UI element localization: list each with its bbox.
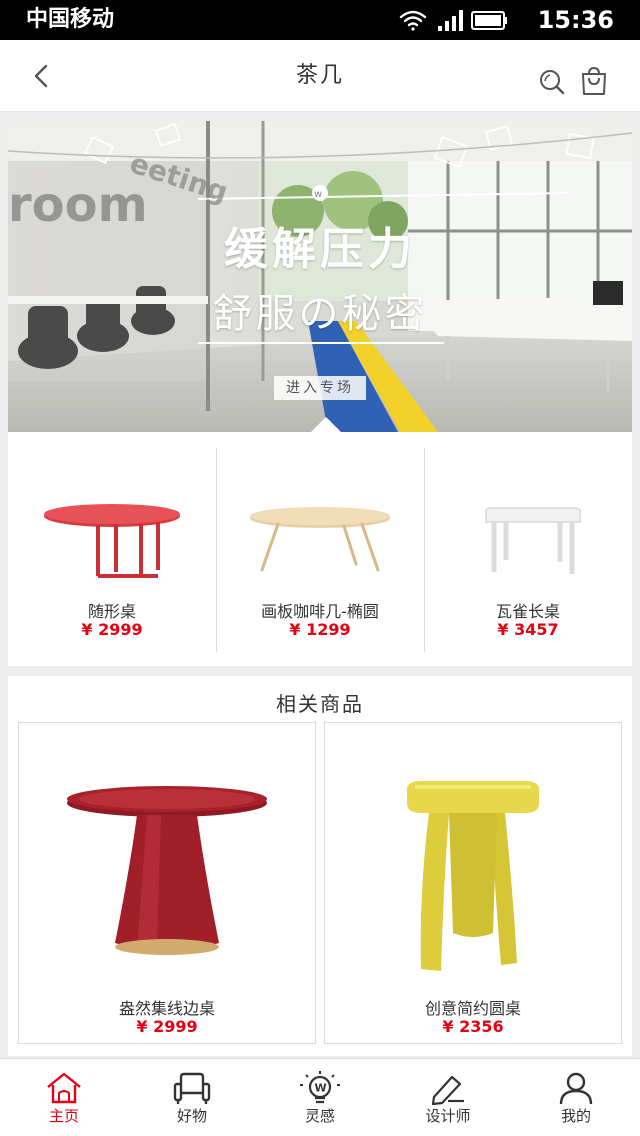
related-name: 盎然集线边桌: [118, 999, 215, 1018]
product-card[interactable]: 瓦雀长桌 ¥ 3457: [424, 432, 632, 666]
lightbulb-icon: W: [300, 1071, 340, 1104]
featured-products: 随形桌 ¥ 2999 画板咖啡几-椭圆 ¥ 1299 瓦雀长桌 ¥ 3457: [8, 432, 632, 666]
red-pedestal-table-image: [67, 786, 267, 955]
tab-label: 灵感: [304, 1107, 335, 1125]
status-bar: 中国移动 15:36: [0, 0, 640, 40]
product-card[interactable]: 随形桌 ¥ 2999: [8, 432, 216, 666]
related-products: 相关商品 盎然集线边桌 ¥ 2999 创意简约圆桌 ¥ 2356: [8, 676, 632, 1056]
product-card[interactable]: 画板咖啡几-椭圆 ¥ 1299: [216, 432, 424, 666]
tab-home[interactable]: 主页: [0, 1059, 128, 1136]
tab-designer[interactable]: 设计师: [384, 1059, 512, 1136]
user-icon: [559, 1072, 593, 1105]
product-name: 瓦雀长桌: [495, 602, 560, 621]
yellow-round-table-image: [406, 781, 540, 971]
bottom-tab-bar: 主页 好物 W 灵感 设计师 我的: [0, 1058, 640, 1136]
tab-mine[interactable]: 我的: [512, 1059, 640, 1136]
promo-banner[interactable]: w room eeting 缓解压力 舒服の秘密 进入专场: [8, 121, 632, 432]
shopping-bag-icon[interactable]: [580, 66, 608, 96]
oval-coffee-table-image: [250, 507, 390, 572]
wifi-icon: [399, 10, 427, 31]
signal-icon: [438, 10, 463, 31]
related-name: 创意简约圆桌: [424, 999, 521, 1018]
battery-icon: [471, 11, 507, 30]
tab-label: 好物: [176, 1107, 207, 1125]
banner-title: 缓解压力: [224, 224, 416, 275]
white-long-table-image: [484, 507, 582, 574]
search-icon[interactable]: [538, 68, 566, 96]
product-price: ¥ 1299: [289, 620, 351, 639]
related-card[interactable]: 创意简约圆桌 ¥ 2356: [324, 722, 622, 1044]
product-name: 画板咖啡几-椭圆: [261, 602, 379, 621]
enter-special-button[interactable]: 进入专场: [274, 376, 366, 400]
nav-header: 茶几: [0, 40, 640, 112]
carrier-name: 中国移动: [26, 7, 115, 32]
related-price: ¥ 2999: [136, 1017, 198, 1036]
red-table-image: [44, 504, 180, 578]
tab-label: 主页: [48, 1107, 79, 1125]
product-name: 随形桌: [87, 602, 136, 621]
svg-text:W: W: [315, 1082, 327, 1095]
armchair-icon: [173, 1072, 211, 1104]
tab-label: 设计师: [425, 1107, 471, 1125]
home-icon: [47, 1072, 81, 1104]
svg-text:w: w: [314, 189, 322, 200]
banner-subtitle: 舒服の秘密: [212, 291, 428, 337]
tab-goods[interactable]: 好物: [128, 1059, 256, 1136]
tab-inspiration[interactable]: W 灵感: [256, 1059, 384, 1136]
tab-label: 我的: [560, 1107, 591, 1125]
status-icons: [399, 10, 507, 31]
related-price: ¥ 2356: [442, 1017, 504, 1036]
pencil-icon: [431, 1075, 464, 1105]
product-price: ¥ 3457: [497, 620, 559, 639]
banner-notch: [310, 417, 342, 432]
product-price: ¥ 2999: [81, 620, 143, 639]
related-title: 相关商品: [276, 692, 364, 716]
clock: 15:36: [537, 6, 614, 34]
related-card[interactable]: 盎然集线边桌 ¥ 2999: [18, 722, 316, 1044]
